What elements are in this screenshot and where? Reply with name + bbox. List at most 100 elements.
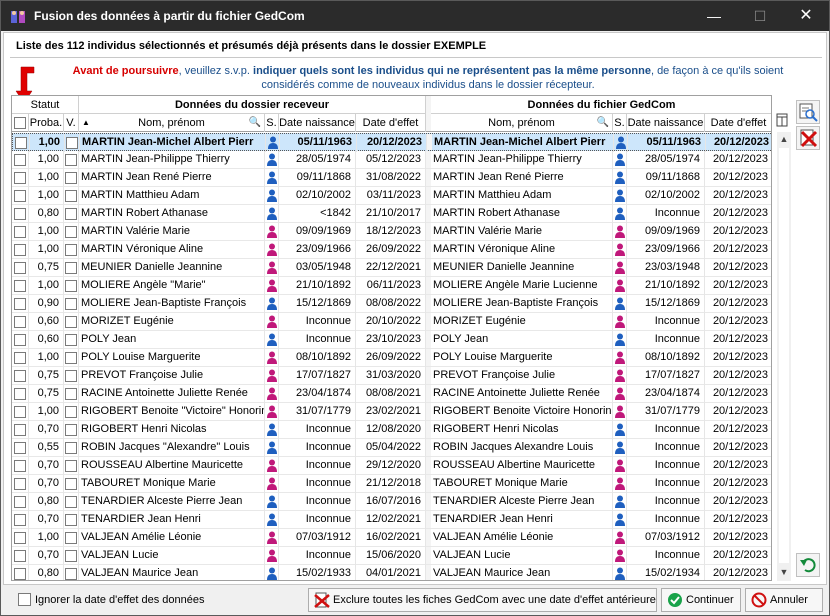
validate-checkbox[interactable] [65, 532, 77, 544]
row-checkbox[interactable] [14, 172, 26, 184]
validate-checkbox[interactable] [65, 226, 77, 238]
v-cell[interactable] [64, 241, 79, 259]
row-checkbox[interactable] [14, 424, 26, 436]
table-row[interactable]: 1,00 POLY Louise Marguerite 08/10/1892 26/0… [12, 349, 771, 367]
receiver-effect-header[interactable]: Date d'effet [356, 114, 426, 132]
v-cell[interactable] [64, 151, 79, 169]
validate-checkbox[interactable] [65, 244, 77, 256]
v-cell[interactable] [64, 349, 79, 367]
row-select-cell[interactable] [12, 475, 29, 493]
row-select-cell[interactable] [12, 565, 29, 580]
columns-icon[interactable] [776, 113, 788, 127]
table-row[interactable]: 1,00 MARTIN Jean René Pierre 09/11/1868 31/… [12, 169, 771, 187]
v-cell[interactable] [64, 331, 79, 349]
maximize-button[interactable]: ☐ [737, 1, 783, 31]
v-cell[interactable] [64, 421, 79, 439]
row-select-cell[interactable] [12, 169, 29, 187]
v-cell[interactable] [64, 493, 79, 511]
table-row[interactable]: 0,60 MORIZET Eugénie Inconnue 20/10/2022 MOR… [12, 313, 771, 331]
exclude-older-button[interactable]: Exclure toutes les fiches GedCom avec un… [308, 588, 657, 612]
minimize-button[interactable]: — [691, 1, 737, 31]
row-checkbox[interactable] [14, 442, 26, 454]
v-cell[interactable] [64, 277, 79, 295]
table-row[interactable]: 0,80 TENARDIER Alceste Pierre Jean Inconnu… [12, 493, 771, 511]
row-select-cell[interactable] [12, 151, 29, 169]
table-row[interactable]: 0,75 RACINE Antoinette Juliette Renée 23/0… [12, 385, 771, 403]
row-checkbox[interactable] [14, 514, 26, 526]
table-row[interactable]: 0,70 ROUSSEAU Albertine Mauricette Inconnu… [12, 457, 771, 475]
v-cell[interactable] [64, 547, 79, 565]
gedcom-birth-header[interactable]: Date naissance [627, 114, 705, 132]
v-cell[interactable] [64, 457, 79, 475]
proba-header[interactable]: Proba. [29, 114, 64, 132]
row-select-cell[interactable] [12, 205, 29, 223]
table-row[interactable]: 1,00 MARTIN Jean-Philippe Thierry 28/05/19… [12, 151, 771, 169]
search-record-button[interactable] [796, 100, 820, 124]
gedcom-name-header[interactable]: Nom, prénom 🔍 [431, 114, 613, 132]
row-select-cell[interactable] [12, 277, 29, 295]
table-row[interactable]: 0,70 TENARDIER Jean Henri Inconnue 12/02/20… [12, 511, 771, 529]
validate-checkbox[interactable] [65, 298, 77, 310]
table-row[interactable]: 0,80 VALJEAN Maurice Jean 15/02/1933 04/01/… [12, 565, 771, 580]
row-select-cell[interactable] [13, 134, 30, 152]
validate-checkbox[interactable] [65, 406, 77, 418]
validate-checkbox[interactable] [65, 514, 77, 526]
table-row[interactable]: 0,70 TABOURET Monique Marie Inconnue 21/12/… [12, 475, 771, 493]
v-cell[interactable] [64, 385, 79, 403]
validate-checkbox[interactable] [66, 137, 78, 149]
cancel-button[interactable]: Annuler [745, 588, 823, 612]
v-cell[interactable] [64, 511, 79, 529]
row-select-cell[interactable] [12, 457, 29, 475]
row-checkbox[interactable] [14, 550, 26, 562]
select-all-checkbox[interactable] [14, 117, 26, 129]
v-cell[interactable] [64, 367, 79, 385]
v-cell[interactable] [64, 313, 79, 331]
row-checkbox[interactable] [14, 280, 26, 292]
validate-checkbox[interactable] [65, 172, 77, 184]
gedcom-sex-header[interactable]: S. [613, 114, 627, 132]
v-cell[interactable] [64, 439, 79, 457]
validate-checkbox[interactable] [65, 442, 77, 454]
v-cell[interactable] [64, 529, 79, 547]
receiver-birth-header[interactable]: Date naissance [279, 114, 356, 132]
row-checkbox[interactable] [14, 406, 26, 418]
validate-checkbox[interactable] [65, 334, 77, 346]
row-select-cell[interactable] [12, 223, 29, 241]
row-checkbox[interactable] [14, 568, 26, 580]
row-select-cell[interactable] [12, 385, 29, 403]
close-button[interactable]: ✕ [783, 1, 829, 31]
v-header[interactable]: V. [64, 114, 79, 132]
search-icon[interactable]: 🔍 [597, 114, 609, 132]
ignore-effect-date-label[interactable]: Ignorer la date d'effet des données [35, 594, 204, 606]
row-select-cell[interactable] [12, 331, 29, 349]
row-checkbox[interactable] [14, 460, 26, 472]
validate-checkbox[interactable] [65, 478, 77, 490]
v-cell[interactable] [64, 187, 79, 205]
v-cell[interactable] [64, 205, 79, 223]
row-checkbox[interactable] [14, 244, 26, 256]
row-select-cell[interactable] [12, 493, 29, 511]
table-row[interactable]: 0,70 VALJEAN Lucie Inconnue 15/06/2020 VALJE… [12, 547, 771, 565]
validate-checkbox[interactable] [65, 460, 77, 472]
table-row[interactable]: 0,55 ROBIN Jacques "Alexandre" Louis Incon… [12, 439, 771, 457]
row-select-cell[interactable] [12, 313, 29, 331]
v-cell[interactable] [64, 475, 79, 493]
receiver-name-header[interactable]: ▲ Nom, prénom 🔍 [79, 114, 265, 132]
validate-checkbox[interactable] [65, 316, 77, 328]
delete-record-button[interactable] [796, 126, 820, 150]
v-cell[interactable] [64, 403, 79, 421]
row-checkbox[interactable] [14, 208, 26, 220]
validate-checkbox[interactable] [65, 280, 77, 292]
table-row[interactable]: 1,00 VALJEAN Amélie Léonie 07/03/1912 16/02… [12, 529, 771, 547]
validate-checkbox[interactable] [65, 370, 77, 382]
row-select-cell[interactable] [12, 187, 29, 205]
row-select-cell[interactable] [12, 403, 29, 421]
row-select-cell[interactable] [12, 349, 29, 367]
row-select-cell[interactable] [12, 421, 29, 439]
row-checkbox[interactable] [14, 478, 26, 490]
row-select-cell[interactable] [12, 511, 29, 529]
row-checkbox[interactable] [14, 154, 26, 166]
v-cell[interactable] [65, 134, 80, 152]
row-checkbox[interactable] [14, 226, 26, 238]
table-row[interactable]: 1,00 RIGOBERT Benoite "Victoire" Honorin 3… [12, 403, 771, 421]
